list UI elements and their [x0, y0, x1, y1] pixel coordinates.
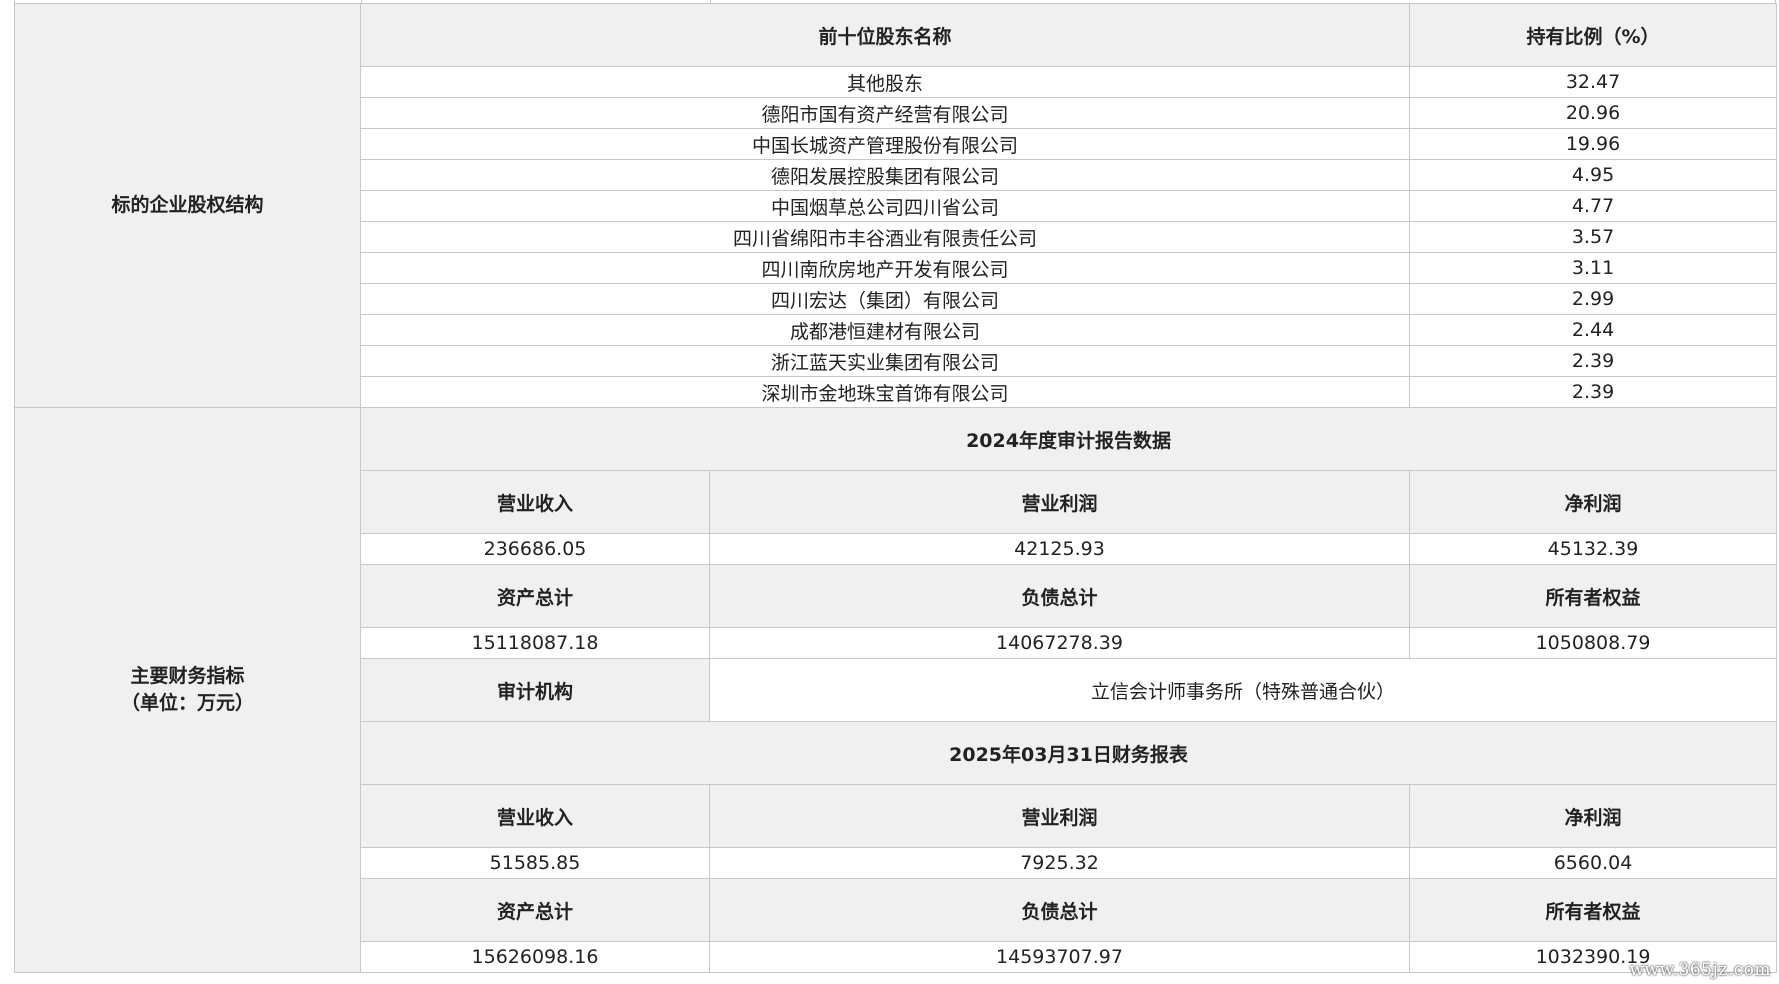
shareholder-name: 浙江蓝天实业集团有限公司 — [359, 345, 1411, 377]
shareholder-name: 德阳市国有资产经营有限公司 — [359, 97, 1411, 129]
auditor-label: 审计机构 — [360, 658, 710, 722]
total-liabilities-value: 14067278.39 — [708, 627, 1411, 659]
finance-section-label-line2: （单位：万元） — [120, 692, 254, 714]
audit-2024-title: 2024年度审计报告数据 — [359, 407, 1778, 471]
shareholder-name: 四川南欣房地产开发有限公司 — [359, 252, 1411, 284]
holding-ratio: 20.96 — [1409, 97, 1778, 129]
net-profit-label: 净利润 — [1409, 784, 1778, 848]
holding-ratio: 2.99 — [1409, 283, 1778, 315]
operating-profit-value: 7925.32 — [708, 847, 1411, 879]
net-profit-label: 净利润 — [1409, 470, 1778, 534]
holding-ratio: 4.95 — [1409, 159, 1778, 191]
shareholder-name: 四川宏达（集团）有限公司 — [359, 283, 1411, 315]
revenue-label: 营业收入 — [360, 470, 710, 534]
operating-profit-value: 42125.93 — [708, 533, 1411, 565]
finance-section-label-line1: 主要财务指标 — [130, 665, 245, 687]
shareholder-name: 中国长城资产管理股份有限公司 — [359, 128, 1411, 160]
shareholder-name: 深圳市金地珠宝首饰有限公司 — [359, 376, 1411, 408]
owners-equity-label: 所有者权益 — [1409, 878, 1778, 942]
revenue-value: 51585.85 — [360, 847, 710, 879]
info-table: 标的企业股权结构 前十位股东名称 持有比例（%） 其他股东 32.47 德阳市国… — [14, 3, 1778, 973]
holding-ratio: 4.77 — [1409, 190, 1778, 222]
holding-ratio-header: 持有比例（%） — [1409, 3, 1778, 67]
revenue-label: 营业收入 — [360, 784, 710, 848]
total-liabilities-label: 负债总计 — [708, 878, 1411, 942]
owners-equity-label: 所有者权益 — [1409, 564, 1778, 628]
info-table-container: 标的企业股权结构 前十位股东名称 持有比例（%） 其他股东 32.47 德阳市国… — [14, 3, 1778, 973]
total-liabilities-value: 14593707.97 — [708, 941, 1411, 973]
total-assets-value: 15118087.18 — [360, 627, 710, 659]
holding-ratio: 2.39 — [1409, 376, 1778, 408]
shareholder-name: 四川省绵阳市丰谷酒业有限责任公司 — [359, 221, 1411, 253]
net-profit-value: 6560.04 — [1409, 847, 1778, 879]
site-watermark: www.365jz.com — [1629, 960, 1771, 980]
holding-ratio: 2.44 — [1409, 314, 1778, 346]
holding-ratio: 3.11 — [1409, 252, 1778, 284]
shareholder-name: 其他股东 — [359, 66, 1411, 98]
net-profit-value: 45132.39 — [1409, 533, 1778, 565]
shareholder-name: 德阳发展控股集团有限公司 — [359, 159, 1411, 191]
operating-profit-label: 营业利润 — [708, 470, 1411, 534]
shareholder-name: 成都港恒建材有限公司 — [359, 314, 1411, 346]
equity-header-row: 标的企业股权结构 前十位股东名称 持有比例（%） — [14, 3, 1778, 408]
holding-ratio: 19.96 — [1409, 128, 1778, 160]
owners-equity-value: 1050808.79 — [1409, 627, 1778, 659]
auditor-value: 立信会计师事务所（特殊普通合伙） — [708, 658, 1778, 722]
audit-2024-title-row: 主要财务指标 （单位：万元） 2024年度审计报告数据 — [14, 407, 1778, 973]
total-assets-value: 15626098.16 — [360, 941, 710, 973]
report-2025-title: 2025年03月31日财务报表 — [359, 721, 1778, 785]
holding-ratio: 3.57 — [1409, 221, 1778, 253]
shareholder-name-header: 前十位股东名称 — [359, 3, 1411, 67]
shareholder-name: 中国烟草总公司四川省公司 — [359, 190, 1411, 222]
total-liabilities-label: 负债总计 — [708, 564, 1411, 628]
operating-profit-label: 营业利润 — [708, 784, 1411, 848]
revenue-value: 236686.05 — [360, 533, 710, 565]
total-assets-label: 资产总计 — [360, 564, 710, 628]
finance-section-label: 主要财务指标 （单位：万元） — [14, 407, 361, 973]
total-assets-label: 资产总计 — [360, 878, 710, 942]
holding-ratio: 32.47 — [1409, 66, 1778, 98]
equity-section-label: 标的企业股权结构 — [14, 3, 361, 408]
holding-ratio: 2.39 — [1409, 345, 1778, 377]
